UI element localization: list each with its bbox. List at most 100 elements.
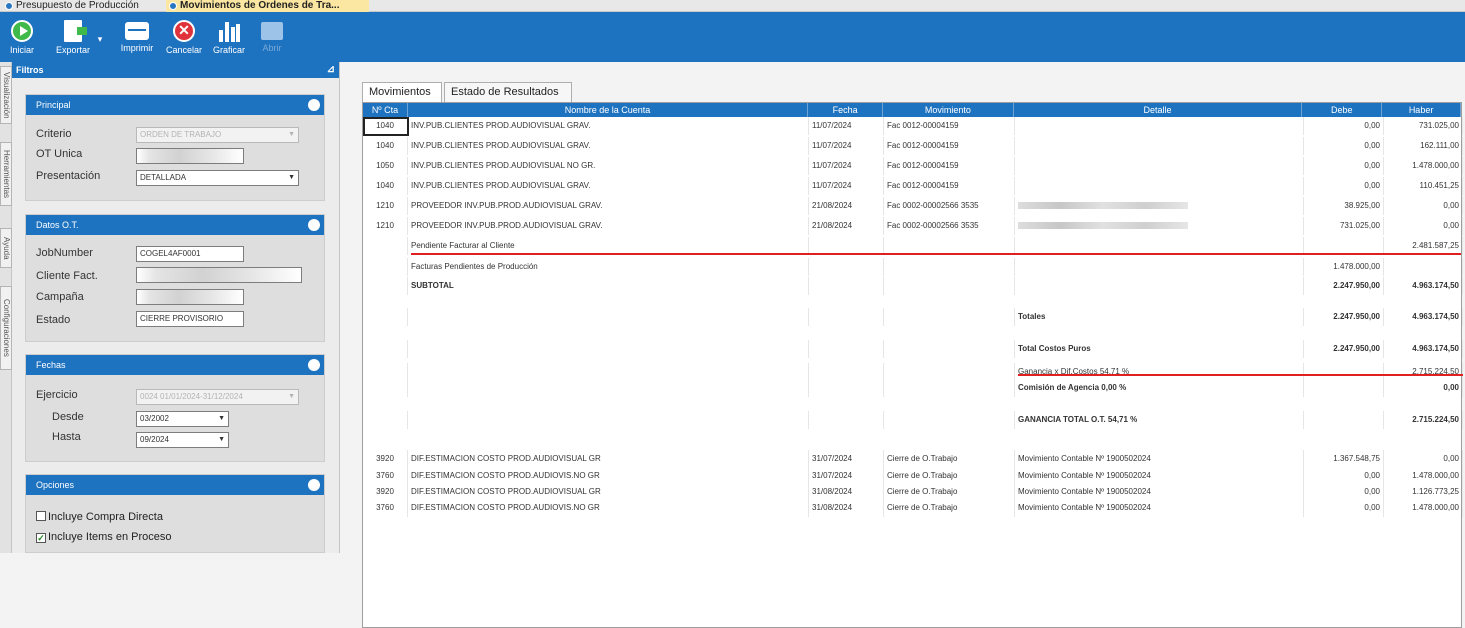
- tab-estado-resultados[interactable]: Estado de Resultados: [444, 82, 572, 102]
- cell-movimiento: [884, 308, 1015, 326]
- side-tab-configuraciones[interactable]: Configuraciones: [0, 286, 12, 370]
- cell-fecha: 21/08/2024: [809, 217, 884, 235]
- cell-nombre: DIF.ESTIMACION COSTO PROD.AUDIOVISUAL GR: [408, 450, 809, 468]
- exportar-dropdown-icon[interactable]: ▾: [96, 34, 104, 45]
- cell-nombre: [408, 411, 809, 429]
- cell-detalle: [1015, 157, 1304, 175]
- table-row[interactable]: Comisión de Agencia 0,00 % 0,00: [363, 379, 1463, 397]
- cell-haber: 0,00: [1384, 379, 1463, 397]
- doc-tab-movimientos[interactable]: Movimientos de Ordenes de Tra...: [166, 0, 369, 12]
- cell-detalle: [1015, 258, 1304, 276]
- export-icon: [64, 20, 87, 42]
- table-row[interactable]: 3920 DIF.ESTIMACION COSTO PROD.AUDIOVISUA…: [363, 450, 1463, 468]
- cell-fecha: 11/07/2024: [809, 157, 884, 175]
- table-row[interactable]: 1050 INV.PUB.CLIENTES PROD.AUDIOVISUAL NO…: [363, 157, 1463, 175]
- side-tab-visualizacion[interactable]: Visualización: [0, 66, 12, 124]
- cliente-fact-input[interactable]: [136, 267, 302, 283]
- cell-movimiento: Fac 0012-00004159: [884, 137, 1015, 155]
- presentacion-select[interactable]: DETALLADA ▼: [136, 170, 299, 186]
- cell-detalle: [1015, 217, 1304, 235]
- abrir-button[interactable]: Abrir: [258, 14, 286, 53]
- table-row[interactable]: Facturas Pendientes de Producción 1.478.0…: [363, 258, 1463, 276]
- principal-section: Principal Criterio ORDEN DE TRABAJO ▼ OT …: [25, 94, 325, 201]
- cell-haber: 0,00: [1384, 197, 1463, 215]
- cell-detalle: GANANCIA TOTAL O.T. 54,71 %: [1015, 411, 1304, 429]
- hasta-select[interactable]: 09/2024 ▼: [136, 432, 229, 448]
- folder-icon: [261, 22, 283, 40]
- table-row[interactable]: 1210 PROVEEDOR INV.PUB.PROD.AUDIOVISUAL G…: [363, 217, 1463, 235]
- table-row[interactable]: 1040 INV.PUB.CLIENTES PROD.AUDIOVISUAL GR…: [363, 177, 1463, 195]
- form-icon: [169, 2, 177, 10]
- campana-input[interactable]: [136, 289, 244, 305]
- cell-movimiento: Fac 0012-00004159: [884, 117, 1015, 135]
- cell-detalle: Total Costos Puros: [1015, 340, 1304, 358]
- exportar-button[interactable]: Exportar: [52, 14, 94, 55]
- cancelar-button[interactable]: ✕ Cancelar: [162, 14, 206, 55]
- cell-detalle: [1015, 137, 1304, 155]
- col-nro-cta[interactable]: Nº Cta: [363, 103, 408, 117]
- cell-haber: 162.111,00: [1384, 137, 1463, 155]
- cell-cta: 1210: [363, 197, 408, 215]
- graficar-button[interactable]: Graficar: [209, 14, 249, 55]
- collapse-toggle-icon[interactable]: [308, 219, 320, 231]
- side-tab-strip: Visualización Herramientas Ayuda Configu…: [0, 62, 12, 553]
- fechas-section: Fechas Ejercicio 0024 01/01/2024-31/12/2…: [25, 354, 325, 462]
- cell-fecha: 31/08/2024: [809, 499, 884, 517]
- table-row[interactable]: Total Costos Puros 2.247.950,00 4.963.174,…: [363, 340, 1463, 358]
- opciones-header[interactable]: Opciones: [26, 475, 324, 495]
- cell-debe: [1304, 379, 1384, 397]
- jobnumber-input[interactable]: COGEL4AF0001: [136, 246, 244, 262]
- collapse-toggle-icon[interactable]: [308, 99, 320, 111]
- cell-haber: 4.963.174,50: [1384, 340, 1463, 358]
- tab-movimientos[interactable]: Movimientos: [362, 82, 442, 102]
- collapse-toggle-icon[interactable]: [308, 479, 320, 491]
- imprimir-button[interactable]: Imprimir: [114, 14, 160, 53]
- ot-unica-label: OT Unica: [36, 148, 83, 160]
- table-row[interactable]: Totales 2.247.950,00 4.963.174,50: [363, 308, 1463, 326]
- checkbox-unchecked-icon: [36, 511, 46, 521]
- pin-icon[interactable]: ⊿: [327, 62, 335, 78]
- desde-label: Desde: [52, 411, 84, 423]
- ot-unica-input[interactable]: [136, 148, 244, 164]
- cell-cta: [363, 277, 408, 295]
- table-row[interactable]: 1210 PROVEEDOR INV.PUB.PROD.AUDIOVISUAL G…: [363, 197, 1463, 215]
- side-tab-herramientas[interactable]: Herramientas: [0, 142, 12, 206]
- table-row[interactable]: 1040 INV.PUB.CLIENTES PROD.AUDIOVISUAL GR…: [363, 117, 1463, 135]
- col-debe[interactable]: Debe: [1302, 103, 1383, 117]
- principal-header[interactable]: Principal: [26, 95, 324, 115]
- incluye-compra-directa-checkbox[interactable]: Incluye Compra Directa: [36, 511, 163, 523]
- cell-movimiento: Fac 0012-00004159: [884, 157, 1015, 175]
- cell-fecha: [809, 258, 884, 276]
- col-fecha[interactable]: Fecha: [808, 103, 884, 117]
- cell-haber: [1384, 258, 1463, 276]
- doc-tab-presupuesto[interactable]: Presupuesto de Producción: [2, 0, 164, 12]
- table-row[interactable]: 3760 DIF.ESTIMACION COSTO PROD.AUDIOVIS.N…: [363, 499, 1463, 517]
- cell-cta: [363, 258, 408, 276]
- table-row[interactable]: SUBTOTAL 2.247.950,00 4.963.174,50: [363, 277, 1463, 295]
- cell-nombre: INV.PUB.CLIENTES PROD.AUDIOVISUAL GRAV.: [408, 117, 809, 135]
- estado-input[interactable]: CIERRE PROVISORIO: [136, 311, 244, 327]
- desde-select[interactable]: 03/2002 ▼: [136, 411, 229, 427]
- cell-haber: 4.963.174,50: [1384, 308, 1463, 326]
- cell-fecha: 11/07/2024: [809, 117, 884, 135]
- cell-detalle: Comisión de Agencia 0,00 %: [1015, 379, 1304, 397]
- table-row[interactable]: 1040 INV.PUB.CLIENTES PROD.AUDIOVISUAL GR…: [363, 137, 1463, 155]
- table-row[interactable]: GANANCIA TOTAL O.T. 54,71 % 2.715.224,50: [363, 411, 1463, 429]
- cell-cta: 3920: [363, 450, 408, 468]
- cell-detalle: Totales: [1015, 308, 1304, 326]
- criterio-select[interactable]: ORDEN DE TRABAJO ▼: [136, 127, 299, 143]
- incluye-items-proceso-checkbox[interactable]: ✓ Incluye Items en Proceso: [36, 531, 172, 543]
- col-movimiento[interactable]: Movimiento: [883, 103, 1014, 117]
- cell-movimiento: [884, 340, 1015, 358]
- fechas-header[interactable]: Fechas: [26, 355, 324, 375]
- iniciar-button[interactable]: Iniciar: [8, 14, 36, 55]
- cell-cta: [363, 411, 408, 429]
- side-tab-ayuda[interactable]: Ayuda: [0, 228, 12, 268]
- col-detalle[interactable]: Detalle: [1014, 103, 1303, 117]
- cell-nombre: INV.PUB.CLIENTES PROD.AUDIOVISUAL NO GR.: [408, 157, 809, 175]
- col-nombre-cuenta[interactable]: Nombre de la Cuenta: [408, 103, 809, 117]
- datos-ot-header[interactable]: Datos O.T.: [26, 215, 324, 235]
- col-haber[interactable]: Haber: [1382, 103, 1461, 117]
- collapse-toggle-icon[interactable]: [308, 359, 320, 371]
- ejercicio-select[interactable]: 0024 01/01/2024-31/12/2024 ▼: [136, 389, 299, 405]
